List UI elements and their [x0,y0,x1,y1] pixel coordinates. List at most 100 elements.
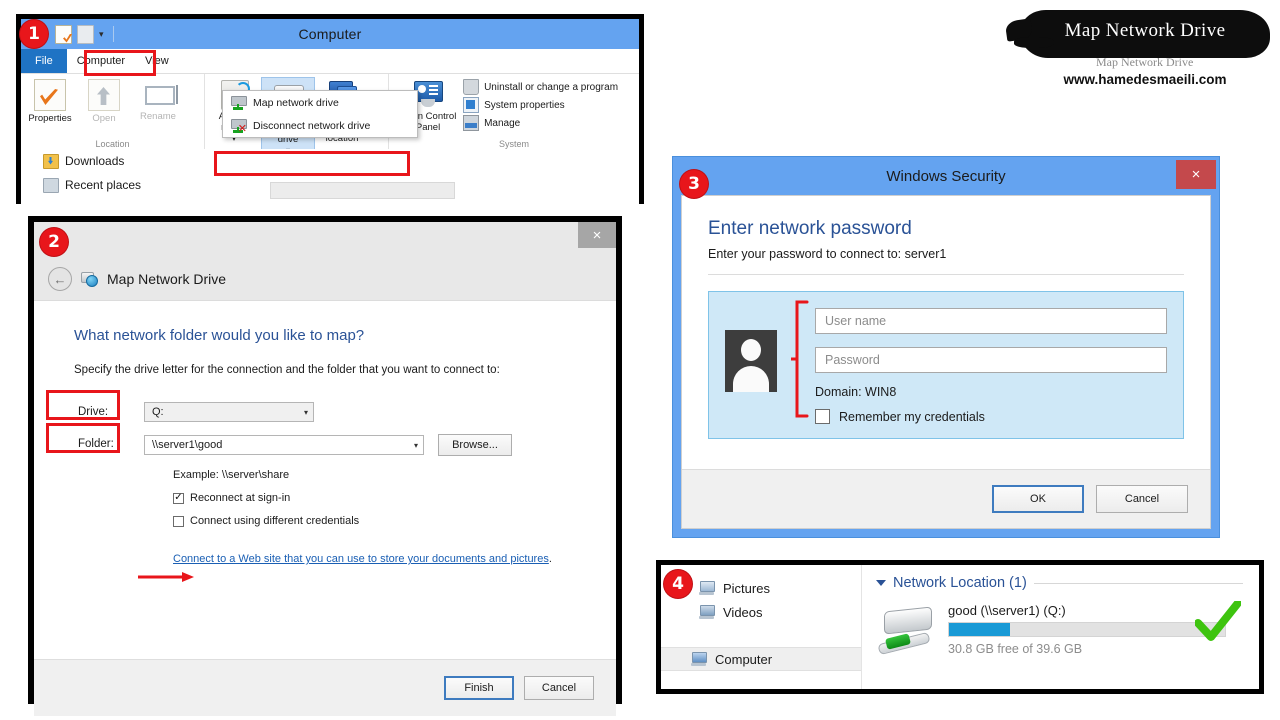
domain-text: Domain: WIN8 [815,385,897,399]
username-input[interactable]: User name [815,308,1167,334]
address-bar[interactable] [270,182,455,199]
branding-title: Map Network Drive [1064,20,1226,41]
capacity-text: 30.8 GB free of 39.6 GB [948,642,1083,656]
computer-icon [691,651,707,667]
ribbon-tab-strip[interactable]: File Computer View [21,49,639,74]
panel3-body: Enter network password Enter your passwo… [681,195,1211,529]
back-icon[interactable]: ← [48,267,72,291]
credential-prompt: Enter network password Enter your passwo… [682,196,1210,469]
different-credentials-checkbox[interactable] [173,515,184,527]
credential-heading: Enter network password [708,218,912,239]
remember-credentials-checkbox[interactable] [815,409,830,424]
close-icon[interactable]: × [578,222,616,248]
panel3-title: Windows Security [886,167,1006,185]
collapse-triangle-icon[interactable] [876,580,886,586]
close-icon[interactable]: × [1176,160,1216,189]
videos-icon [699,604,715,620]
browse-button[interactable]: Browse... [438,434,512,456]
branding-url: www.hamedesmaeili.com [1063,72,1227,87]
system-properties-icon [463,97,480,113]
explorer-result-window: Pictures Videos Computer Network Locatio… [656,560,1264,694]
pictures-icon [699,580,715,596]
connect-to-website-link[interactable]: Connect to a Web site that you can use t… [173,553,549,565]
step-badge-3: 3 [680,170,708,198]
menu-item-label: Map network drive [253,96,339,109]
ribbon-item-label: System properties [484,99,565,111]
uninstall-program-icon [463,79,480,95]
capacity-bar-fill [949,623,1010,636]
map-network-drive-dropdown-menu[interactable]: Map network drive ✕ Disconnect network d… [222,90,418,138]
ribbon-button-label: Open [92,113,116,124]
ribbon-group-system: Open Control Panel Uninstall or change a… [389,74,639,150]
cancel-button[interactable]: Cancel [524,676,594,700]
divider [708,274,1184,275]
wizard-header: ← Map Network Drive [34,258,616,301]
tab-view[interactable]: View [135,49,179,73]
drive-select[interactable]: Q: ▾ [144,402,314,422]
nav-item-computer[interactable]: Computer [661,647,861,671]
wizard-subtitle: Specify the drive letter for the connect… [74,364,500,376]
branding-watermark: Map Network Drive Map Network Drive www.… [1012,8,1278,92]
network-drive-icon [876,606,938,656]
ribbon-item-label: Manage [484,117,521,129]
network-drive-icon [81,271,98,287]
ribbon-item-uninstall-program[interactable]: Uninstall or change a program [459,78,618,96]
downloads-folder-icon [43,153,59,169]
tab-file[interactable]: File [21,49,67,73]
panel1-title-bar: ▾ Computer [21,19,639,49]
different-credentials-checkbox-row[interactable]: Connect using different credentials [34,515,616,527]
tab-computer[interactable]: Computer [66,49,136,73]
menu-item-disconnect-network-drive[interactable]: ✕ Disconnect network drive [223,114,417,137]
panel4-content: Network Location (1) good (\\server1) (Q… [862,565,1259,689]
chevron-down-icon: ▾ [413,440,418,450]
remember-credentials-label: Remember my credentials [839,409,985,424]
ribbon-group-location: Properties Open Rename Location [21,74,206,150]
group-header-network-location[interactable]: Network Location (1) [876,575,1259,591]
ribbon-button-rename[interactable]: Rename [131,77,185,122]
rename-icon [143,79,178,109]
success-check-icon [1195,601,1241,641]
nav-item-label: Recent places [65,178,142,192]
ribbon-button-open[interactable]: Open [77,77,131,124]
group-header-rule [1033,582,1243,584]
folder-label: Folder: [78,438,114,450]
menu-item-map-network-drive[interactable]: Map network drive [223,91,417,114]
capacity-bar [948,622,1226,637]
ribbon-button-label: Properties [28,113,72,124]
panel2-title-bar: × [34,222,616,258]
finish-button[interactable]: Finish [444,676,514,700]
remember-credentials-row[interactable]: Remember my credentials [793,409,1167,424]
map-network-drive-wizard: × ← Map Network Drive What network folde… [28,216,622,716]
reconnect-checkbox[interactable]: ✓ [173,492,184,504]
ribbon-item-system-properties[interactable]: System properties [459,96,618,114]
credential-box: User name Password Domain: WIN8 Remember… [708,291,1184,439]
wizard-body: What network folder would you like to ma… [34,301,616,660]
wizard-question: What network folder would you like to ma… [74,327,365,344]
nav-item-videos[interactable]: Videos [661,600,861,624]
nav-item-label: Videos [723,604,763,620]
recent-places-icon [43,177,59,193]
ribbon-item-manage[interactable]: Manage [459,114,618,132]
windows-security-dialog: Windows Security × Enter network passwor… [672,156,1220,538]
panel3-footer: OK Cancel [682,469,1210,528]
drive-label: Drive: [78,406,109,418]
open-icon [88,79,120,111]
credential-subheading: Enter your password to connect to: serve… [708,247,947,261]
cancel-button[interactable]: Cancel [1096,485,1188,513]
wizard-header-title: Map Network Drive [107,271,227,287]
ok-button[interactable]: OK [992,485,1084,513]
password-input[interactable]: Password [815,347,1167,373]
nav-item-label: Computer [715,651,773,667]
nav-item-label: Pictures [723,580,770,596]
reconnect-checkbox-row[interactable]: ✓ Reconnect at sign-in [34,492,616,504]
explorer-ribbon-window: ▾ Computer File Computer View Properties… [16,14,644,207]
link-period: . [548,553,552,565]
drive-select-value: Q: [152,406,164,418]
folder-combobox[interactable]: \\server1\good ▾ [144,435,424,455]
folder-combobox-value: \\server1\good [152,439,223,451]
ribbon-button-properties[interactable]: Properties [23,77,77,124]
nav-item-label: Downloads [65,154,125,168]
nav-item-downloads[interactable]: Downloads [21,149,639,173]
folder-example-text: Example: \\server\share [173,469,290,481]
annotation-arrow-reconnect [138,572,194,582]
